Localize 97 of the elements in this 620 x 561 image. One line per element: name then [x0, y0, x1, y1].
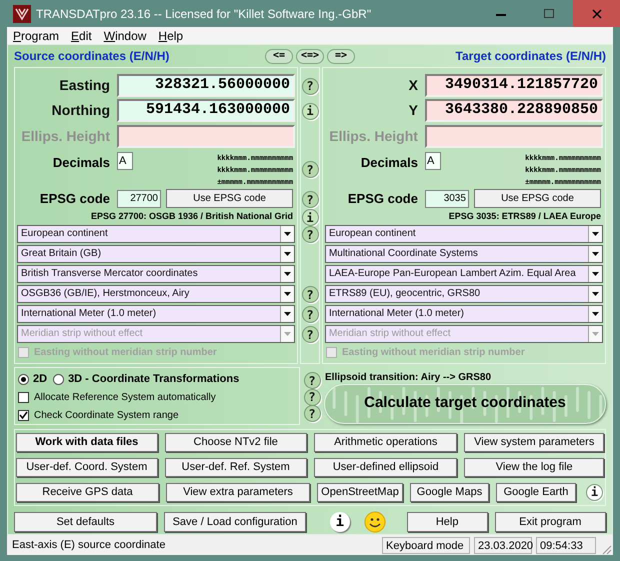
dropdown[interactable]: Multinational Coordinate Systems [324, 244, 603, 263]
help-button[interactable]: ? [302, 78, 318, 95]
epsg-description: EPSG 3035: ETRS89 / LAEA Europe [448, 210, 601, 223]
menu-item[interactable]: Edit [71, 26, 92, 44]
toolbar-button[interactable]: User-def. Coord. System [16, 458, 158, 477]
decimals-field[interactable]: A [424, 152, 441, 170]
coordinate-field[interactable]: 591434.163000000 [117, 98, 296, 122]
help-button[interactable]: ? [304, 372, 320, 390]
field-label: Northing [50, 100, 110, 120]
bottom-button[interactable]: Exit program [494, 512, 606, 532]
help-button[interactable]: ? [302, 226, 318, 244]
dropdown[interactable]: Great Britain (GB) [17, 244, 296, 263]
status-text: 23.03.2020 [474, 536, 532, 554]
close-button[interactable] [573, 0, 620, 27]
close-icon [592, 8, 602, 18]
info-button[interactable]: i [586, 484, 603, 501]
checkbox-label: Check Coordinate System range [34, 409, 179, 424]
field-label: EPSG code [38, 190, 110, 208]
field-label: Decimals [360, 154, 418, 172]
coordinate-field[interactable]: 328321.56000000 [117, 74, 296, 97]
help-button[interactable]: ? [302, 191, 318, 208]
swap-button[interactable]: <=> [296, 48, 324, 64]
coordinate-field[interactable] [117, 124, 296, 148]
dropdown[interactable]: European continent [17, 224, 296, 243]
menu-item[interactable]: Window [104, 26, 146, 44]
window-title: TRANSDATpro 23.16 -- Licensed for "Killet Software Ing.-GbR" [36, 6, 372, 22]
field-label: X [408, 76, 418, 95]
toolbar-button[interactable]: View the log file [464, 458, 604, 477]
coordinate-field[interactable] [424, 124, 603, 148]
toolbar-button[interactable]: OpenStreetMap [317, 482, 403, 502]
toolbar-button[interactable]: Work with data files [16, 432, 158, 452]
field-label: Y [408, 100, 418, 120]
dropdown[interactable]: International Meter (1.0 meter) [17, 304, 296, 323]
radio-button[interactable] [18, 374, 29, 386]
checkbox-label: Easting without meridian strip number [342, 346, 525, 360]
help-button[interactable]: ? [304, 388, 320, 406]
toolbar-button[interactable]: Google Maps [410, 482, 489, 502]
section-title: Source coordinates (E/N/H) [14, 48, 170, 66]
checkbox[interactable] [18, 392, 29, 404]
toolbar-button[interactable]: User-def. Ref. System [164, 458, 307, 477]
checkbox[interactable] [18, 410, 29, 422]
epsg-description: EPSG 27700: OSGB 1936 / British National Grid [90, 210, 294, 223]
resize-grip-icon [600, 543, 612, 555]
toolbar-button[interactable]: Google Earth [496, 482, 576, 502]
radio-label: 3D - Coordinate Transformations [68, 372, 240, 388]
calculate-button[interactable]: Calculate target coordinates [324, 384, 606, 424]
dropdown[interactable]: British Transverse Mercator coordinates [17, 264, 296, 283]
status-text: Keyboard mode [382, 536, 470, 554]
help-button[interactable]: ? [302, 326, 318, 344]
dropdown[interactable]: International Meter (1.0 meter) [324, 304, 603, 323]
field-label: Ellips. Height [20, 126, 110, 146]
bottom-button[interactable]: Set defaults [14, 512, 157, 532]
app-logo-icon [13, 4, 31, 22]
coordinate-field[interactable]: 3643380.228890850 [424, 98, 603, 122]
info-button[interactable]: i [330, 512, 350, 532]
radio-button[interactable] [53, 374, 64, 386]
info-button[interactable]: i [302, 102, 318, 120]
dropdown[interactable]: ETRS89 (EU), geocentric, GRS80 [324, 284, 603, 303]
use-epsg-button[interactable]: Use EPSG code [474, 189, 601, 208]
smiley-icon[interactable] [364, 511, 386, 534]
dropdown[interactable]: LAEA-Europe Pan-European Lambert Azim. Equal Area [324, 264, 603, 283]
help-button[interactable]: ? [302, 286, 318, 304]
dropdown[interactable]: European continent [324, 224, 603, 243]
epsg-field[interactable]: 27700 [117, 190, 161, 208]
toolbar-button[interactable]: View system parameters [464, 432, 604, 452]
decimals-field[interactable]: A [117, 152, 133, 170]
toolbar-button[interactable]: Arithmetic operations [314, 432, 458, 452]
menu-item[interactable]: Help [158, 26, 184, 44]
maximize-icon [544, 8, 554, 18]
checkbox-label: Allocate Reference System automatically [34, 391, 216, 406]
radio-label: 2D [33, 372, 48, 388]
use-epsg-button[interactable]: Use EPSG code [166, 189, 294, 208]
dropdown[interactable]: OSGB36 (GB/IE), Herstmonceux, Airy [17, 284, 296, 303]
field-label: Ellips. Height [328, 126, 418, 146]
help-button[interactable]: ? [302, 161, 318, 178]
field-label: Easting [58, 76, 110, 95]
toolbar-button[interactable]: View extra parameters [166, 482, 310, 502]
epsg-field[interactable]: 3035 [424, 190, 469, 208]
help-button[interactable]: ? [304, 405, 320, 422]
toolbar-button[interactable]: User-defined ellipsoid [314, 458, 458, 477]
checkbox-label: Easting without meridian strip number [34, 346, 217, 360]
field-label: EPSG code [346, 190, 418, 208]
swap-button[interactable]: <= [265, 48, 293, 64]
toolbar-button[interactable]: Choose NTv2 file [164, 432, 307, 452]
menu-item[interactable]: Program [13, 26, 60, 44]
status-text: 09:54:33 [536, 536, 596, 554]
coordinate-field[interactable]: 3490314.121857720 [424, 74, 603, 97]
section-title: Target coordinates (E/N/H) [454, 48, 606, 66]
swap-button[interactable]: => [327, 48, 355, 64]
field-label: Decimals [52, 154, 110, 172]
status-text: East-axis (E) source coordinate [11, 538, 166, 552]
info-button[interactable]: i [302, 209, 318, 226]
ellipsoid-transition-text: Ellipsoid transition: Airy --> GRS80 [324, 370, 492, 382]
bottom-button[interactable]: Help [406, 512, 488, 532]
help-button[interactable]: ? [302, 306, 318, 324]
toolbar-button[interactable]: Receive GPS data [16, 482, 159, 502]
bottom-button[interactable]: Save / Load configuration [164, 512, 306, 532]
